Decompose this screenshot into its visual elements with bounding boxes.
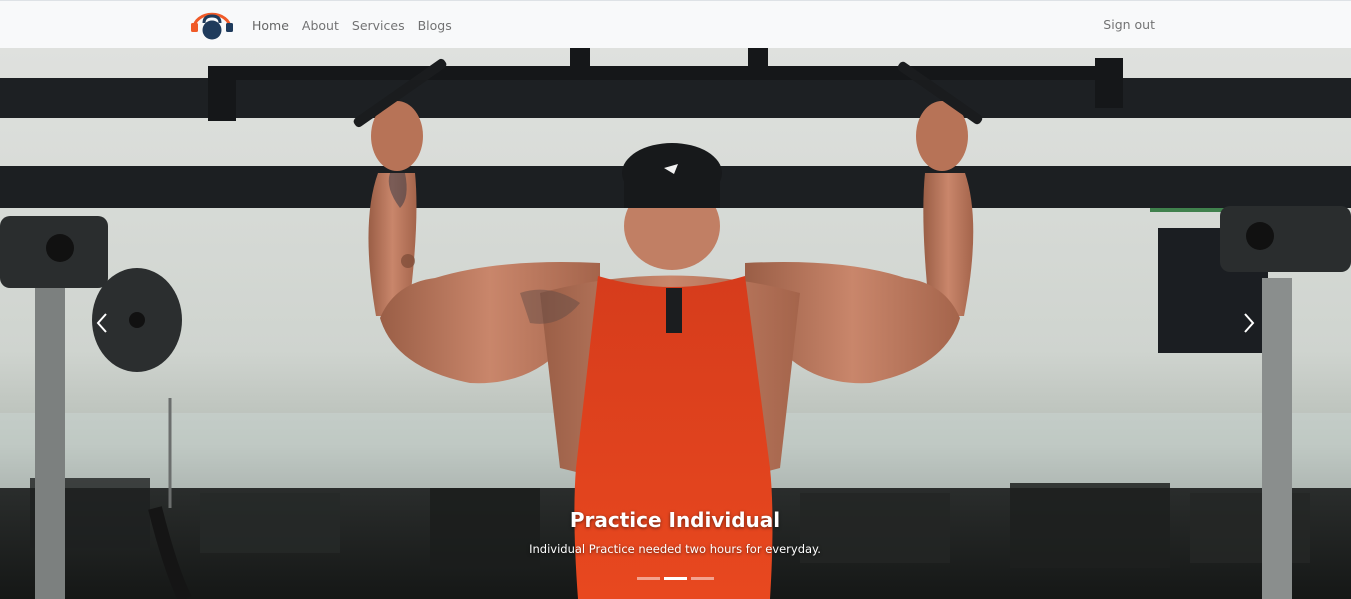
carousel-next-icon[interactable] — [1229, 298, 1269, 348]
slide-title: Practice Individual — [569, 508, 781, 532]
nav-home-link[interactable]: Home — [252, 18, 289, 33]
kettlebell-logo-icon[interactable] — [190, 12, 234, 40]
hero-carousel: Practice Individual Individual Practice … — [0, 48, 1351, 599]
nav-blogs-link[interactable]: Blogs — [418, 18, 452, 33]
slide-description: Individual Practice needed two hours for… — [529, 542, 821, 556]
sign-out-link[interactable]: Sign out — [1103, 1, 1155, 49]
carousel-indicators — [0, 577, 1351, 580]
nav-links: Home About Services Blogs — [252, 1, 465, 49]
nav-about-link[interactable]: About — [302, 18, 339, 33]
carousel-indicator[interactable] — [664, 577, 687, 580]
slide-caption: Practice Individual Individual Practice … — [475, 508, 875, 556]
nav-services-link[interactable]: Services — [352, 18, 405, 33]
navbar: Home About Services Blogs Sign out — [0, 0, 1351, 48]
carousel-indicator[interactable] — [637, 577, 660, 580]
carousel-prev-icon[interactable] — [82, 298, 122, 348]
carousel-indicator[interactable] — [691, 577, 714, 580]
